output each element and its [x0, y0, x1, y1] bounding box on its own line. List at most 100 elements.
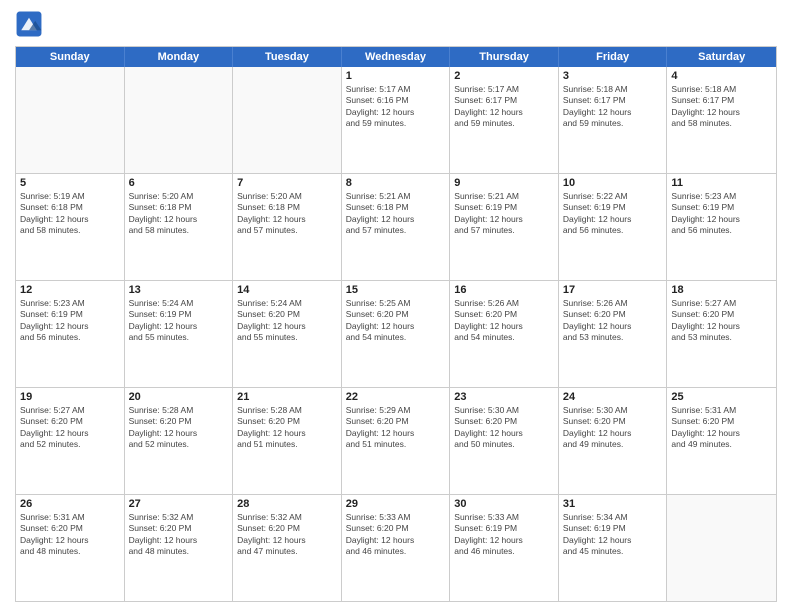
day-info: Sunrise: 5:24 AM Sunset: 6:20 PM Dayligh… [237, 298, 337, 344]
calendar-day-20: 20 Sunrise: 5:28 AM Sunset: 6:20 PM Dayli… [125, 388, 234, 494]
day-info: Sunrise: 5:21 AM Sunset: 6:18 PM Dayligh… [346, 191, 446, 237]
day-info: Sunrise: 5:20 AM Sunset: 6:18 PM Dayligh… [237, 191, 337, 237]
calendar-day-9: 9 Sunrise: 5:21 AM Sunset: 6:19 PM Daylig… [450, 174, 559, 280]
calendar-day-empty [667, 495, 776, 601]
calendar-body: 1 Sunrise: 5:17 AM Sunset: 6:16 PM Daylig… [16, 67, 776, 601]
day-number: 10 [563, 177, 663, 189]
day-number: 16 [454, 284, 554, 296]
weekday-header-sunday: Sunday [16, 47, 125, 67]
day-info: Sunrise: 5:27 AM Sunset: 6:20 PM Dayligh… [671, 298, 772, 344]
weekday-header-tuesday: Tuesday [233, 47, 342, 67]
day-number: 4 [671, 70, 772, 82]
logo-icon [15, 10, 43, 38]
calendar-day-empty [125, 67, 234, 173]
day-info: Sunrise: 5:32 AM Sunset: 6:20 PM Dayligh… [237, 512, 337, 558]
calendar-day-31: 31 Sunrise: 5:34 AM Sunset: 6:19 PM Dayli… [559, 495, 668, 601]
day-number: 31 [563, 498, 663, 510]
day-number: 25 [671, 391, 772, 403]
calendar-day-2: 2Sunrise: 5:17 AM Sunset: 6:17 PM Daylig… [450, 67, 559, 173]
calendar-week-2: 5 Sunrise: 5:19 AM Sunset: 6:18 PM Daylig… [16, 173, 776, 280]
calendar-week-3: 12Sunrise: 5:23 AM Sunset: 6:19 PM Dayli… [16, 280, 776, 387]
day-number: 5 [20, 177, 120, 189]
calendar-day-1: 1 Sunrise: 5:17 AM Sunset: 6:16 PM Daylig… [342, 67, 451, 173]
calendar-day-17: 17 Sunrise: 5:26 AM Sunset: 6:20 PM Dayli… [559, 281, 668, 387]
day-number: 21 [237, 391, 337, 403]
weekday-header-saturday: Saturday [667, 47, 776, 67]
day-number: 30 [454, 498, 554, 510]
day-number: 22 [346, 391, 446, 403]
day-info: Sunrise: 5:29 AM Sunset: 6:20 PM Dayligh… [346, 405, 446, 451]
weekday-header-wednesday: Wednesday [342, 47, 451, 67]
day-info: Sunrise: 5:23 AM Sunset: 6:19 PM Dayligh… [671, 191, 772, 237]
day-info: Sunrise: 5:18 AM Sunset: 6:17 PM Dayligh… [671, 84, 772, 130]
day-number: 7 [237, 177, 337, 189]
day-number: 11 [671, 177, 772, 189]
weekday-header-thursday: Thursday [450, 47, 559, 67]
day-number: 1 [346, 70, 446, 82]
day-number: 23 [454, 391, 554, 403]
page: SundayMondayTuesdayWednesdayThursdayFrid… [0, 0, 792, 612]
day-number: 17 [563, 284, 663, 296]
calendar-day-30: 30 Sunrise: 5:33 AM Sunset: 6:19 PM Dayli… [450, 495, 559, 601]
day-number: 9 [454, 177, 554, 189]
day-number: 20 [129, 391, 229, 403]
calendar-day-empty [16, 67, 125, 173]
day-number: 15 [346, 284, 446, 296]
calendar-day-18: 18 Sunrise: 5:27 AM Sunset: 6:20 PM Dayli… [667, 281, 776, 387]
calendar-day-empty [233, 67, 342, 173]
calendar-day-4: 4 Sunrise: 5:18 AM Sunset: 6:17 PM Daylig… [667, 67, 776, 173]
day-info: Sunrise: 5:19 AM Sunset: 6:18 PM Dayligh… [20, 191, 120, 237]
calendar-day-6: 6 Sunrise: 5:20 AM Sunset: 6:18 PM Daylig… [125, 174, 234, 280]
calendar-week-5: 26Sunrise: 5:31 AM Sunset: 6:20 PM Dayli… [16, 494, 776, 601]
day-info: Sunrise: 5:32 AM Sunset: 6:20 PM Dayligh… [129, 512, 229, 558]
day-info: Sunrise: 5:26 AM Sunset: 6:20 PM Dayligh… [454, 298, 554, 344]
calendar-day-3: 3Sunrise: 5:18 AM Sunset: 6:17 PM Daylig… [559, 67, 668, 173]
calendar-day-21: 21 Sunrise: 5:28 AM Sunset: 6:20 PM Dayli… [233, 388, 342, 494]
weekday-header-monday: Monday [125, 47, 234, 67]
calendar-day-25: 25 Sunrise: 5:31 AM Sunset: 6:20 PM Dayli… [667, 388, 776, 494]
day-number: 6 [129, 177, 229, 189]
day-info: Sunrise: 5:24 AM Sunset: 6:19 PM Dayligh… [129, 298, 229, 344]
day-info: Sunrise: 5:31 AM Sunset: 6:20 PM Dayligh… [20, 512, 120, 558]
day-number: 28 [237, 498, 337, 510]
calendar-day-22: 22 Sunrise: 5:29 AM Sunset: 6:20 PM Dayli… [342, 388, 451, 494]
day-info: Sunrise: 5:20 AM Sunset: 6:18 PM Dayligh… [129, 191, 229, 237]
day-number: 14 [237, 284, 337, 296]
logo [15, 10, 47, 38]
calendar-header-row: SundayMondayTuesdayWednesdayThursdayFrid… [16, 47, 776, 67]
day-number: 3 [563, 70, 663, 82]
calendar-day-27: 27 Sunrise: 5:32 AM Sunset: 6:20 PM Dayli… [125, 495, 234, 601]
calendar-week-4: 19 Sunrise: 5:27 AM Sunset: 6:20 PM Dayli… [16, 387, 776, 494]
day-info: Sunrise: 5:26 AM Sunset: 6:20 PM Dayligh… [563, 298, 663, 344]
day-number: 24 [563, 391, 663, 403]
day-number: 19 [20, 391, 120, 403]
day-info: Sunrise: 5:34 AM Sunset: 6:19 PM Dayligh… [563, 512, 663, 558]
day-number: 18 [671, 284, 772, 296]
calendar-day-7: 7 Sunrise: 5:20 AM Sunset: 6:18 PM Daylig… [233, 174, 342, 280]
calendar-day-23: 23 Sunrise: 5:30 AM Sunset: 6:20 PM Dayli… [450, 388, 559, 494]
day-info: Sunrise: 5:31 AM Sunset: 6:20 PM Dayligh… [671, 405, 772, 451]
day-info: Sunrise: 5:28 AM Sunset: 6:20 PM Dayligh… [237, 405, 337, 451]
day-info: Sunrise: 5:23 AM Sunset: 6:19 PM Dayligh… [20, 298, 120, 344]
day-info: Sunrise: 5:33 AM Sunset: 6:19 PM Dayligh… [454, 512, 554, 558]
calendar-day-13: 13Sunrise: 5:24 AM Sunset: 6:19 PM Dayli… [125, 281, 234, 387]
day-info: Sunrise: 5:30 AM Sunset: 6:20 PM Dayligh… [454, 405, 554, 451]
calendar-day-15: 15 Sunrise: 5:25 AM Sunset: 6:20 PM Dayli… [342, 281, 451, 387]
calendar-day-14: 14 Sunrise: 5:24 AM Sunset: 6:20 PM Dayli… [233, 281, 342, 387]
day-info: Sunrise: 5:33 AM Sunset: 6:20 PM Dayligh… [346, 512, 446, 558]
weekday-header-friday: Friday [559, 47, 668, 67]
calendar-day-19: 19 Sunrise: 5:27 AM Sunset: 6:20 PM Dayli… [16, 388, 125, 494]
day-info: Sunrise: 5:27 AM Sunset: 6:20 PM Dayligh… [20, 405, 120, 451]
day-info: Sunrise: 5:21 AM Sunset: 6:19 PM Dayligh… [454, 191, 554, 237]
day-info: Sunrise: 5:17 AM Sunset: 6:16 PM Dayligh… [346, 84, 446, 130]
calendar-day-28: 28 Sunrise: 5:32 AM Sunset: 6:20 PM Dayli… [233, 495, 342, 601]
header [15, 10, 777, 38]
calendar-day-8: 8 Sunrise: 5:21 AM Sunset: 6:18 PM Daylig… [342, 174, 451, 280]
day-number: 29 [346, 498, 446, 510]
day-info: Sunrise: 5:25 AM Sunset: 6:20 PM Dayligh… [346, 298, 446, 344]
day-number: 8 [346, 177, 446, 189]
calendar-day-12: 12Sunrise: 5:23 AM Sunset: 6:19 PM Dayli… [16, 281, 125, 387]
day-info: Sunrise: 5:22 AM Sunset: 6:19 PM Dayligh… [563, 191, 663, 237]
day-info: Sunrise: 5:28 AM Sunset: 6:20 PM Dayligh… [129, 405, 229, 451]
day-number: 27 [129, 498, 229, 510]
